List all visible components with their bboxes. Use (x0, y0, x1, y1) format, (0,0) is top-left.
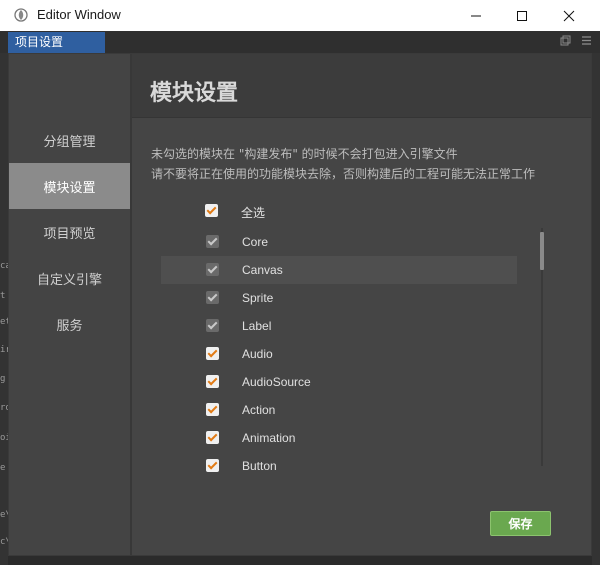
module-checkbox[interactable] (206, 319, 219, 332)
sidebar-item-label: 分组管理 (43, 134, 96, 150)
menu-icon[interactable] (581, 35, 592, 46)
tab-tools (560, 35, 592, 46)
background-code-line: ca (0, 261, 8, 271)
list-item[interactable]: Animation (161, 424, 517, 452)
select-all-label: 全选 (241, 206, 266, 220)
title-bar: Editor Window (0, 0, 600, 31)
module-checkbox[interactable] (206, 235, 219, 248)
app-logo-icon (14, 8, 28, 22)
description-line: 请不要将正在使用的功能模块去除，否则构建后的工程可能无法正常工作 (151, 167, 536, 181)
minimize-button[interactable] (453, 0, 499, 31)
sidebar-item-label: 服务 (56, 318, 83, 334)
scrollbar-thumb[interactable] (540, 232, 544, 270)
close-button[interactable] (546, 0, 592, 31)
list-item[interactable]: Action (161, 396, 517, 424)
background-code-line: t (0, 291, 6, 301)
module-label: Button (242, 459, 277, 473)
module-label: Animation (242, 431, 296, 445)
sidebar-item-module-settings[interactable]: 模块设置 (9, 163, 130, 209)
background-code-line: g (0, 374, 6, 384)
background-code-line: c\ (0, 537, 8, 547)
select-all-row[interactable]: 全选 (205, 202, 405, 222)
list-item[interactable]: AudioSource (161, 368, 517, 396)
window-title: Editor Window (37, 7, 121, 22)
module-checkbox[interactable] (206, 431, 219, 444)
settings-panel: 分组管理 模块设置 项目预览 自定义引擎 服务 模块设置 未勾选的模块在 "构建… (8, 53, 592, 556)
maximize-icon (517, 10, 527, 21)
background-code-line: ro (0, 403, 8, 413)
module-checkbox[interactable] (206, 375, 219, 388)
module-list: Core Canvas Sprite Label Audio AudioSour… (161, 228, 517, 476)
popout-icon[interactable] (560, 35, 571, 46)
module-settings-content: 模块设置 未勾选的模块在 "构建发布" 的时候不会打包进入引擎文件 请不要将正在… (132, 54, 591, 555)
list-item[interactable]: Button (161, 452, 517, 476)
background-code-line: ir (0, 345, 8, 355)
select-all-checkbox[interactable] (205, 204, 218, 217)
list-item[interactable]: Audio (161, 340, 517, 368)
module-checkbox[interactable] (206, 403, 219, 416)
page-title: 模块设置 (150, 81, 239, 106)
maximize-button[interactable] (499, 0, 545, 31)
module-checkbox[interactable] (206, 291, 219, 304)
list-item[interactable]: Sprite (161, 284, 517, 312)
module-label: Label (242, 319, 272, 333)
sidebar-item-label: 项目预览 (43, 226, 96, 242)
description-line: 未勾选的模块在 "构建发布" 的时候不会打包进入引擎文件 (151, 147, 458, 161)
tab-project-settings[interactable]: 项目设置 (8, 32, 105, 53)
sidebar-item-services[interactable]: 服务 (9, 301, 130, 347)
close-icon (563, 10, 575, 21)
sidebar-item-label: 模块设置 (43, 180, 96, 196)
module-label: AudioSource (242, 375, 311, 389)
module-label: Audio (242, 347, 273, 361)
module-label: Core (242, 235, 269, 249)
background-editor-right (592, 53, 600, 565)
module-checkbox[interactable] (206, 263, 219, 276)
list-item[interactable]: Label (161, 312, 517, 340)
sidebar-item-project-preview[interactable]: 项目预览 (9, 209, 130, 255)
module-checkbox[interactable] (206, 459, 219, 472)
background-code-line: et (0, 317, 8, 327)
sidebar-item-custom-engine[interactable]: 自定义引擎 (9, 255, 130, 301)
module-label: Canvas (242, 263, 283, 277)
background-code-line: oi (0, 433, 8, 443)
module-checkbox[interactable] (206, 347, 219, 360)
minimize-icon (471, 15, 481, 16)
save-button[interactable]: 保存 (490, 511, 551, 536)
sidebar-item-label: 自定义引擎 (36, 272, 102, 288)
background-code-line: e (0, 463, 6, 473)
sidebar-item-group-management[interactable]: 分组管理 (9, 117, 130, 163)
module-label: Sprite (242, 291, 274, 305)
background-code-line: e\ (0, 510, 8, 520)
content-header: 模块设置 (132, 54, 591, 118)
sidebar: 分组管理 模块设置 项目预览 自定义引擎 服务 (9, 54, 132, 555)
background-editor-left: ca t et ir g ro oi e e\ c\ (0, 53, 8, 565)
list-item[interactable]: Core (161, 228, 517, 256)
tab-strip: 项目设置 (0, 31, 600, 54)
list-item[interactable]: Canvas (161, 256, 517, 284)
module-label: Action (242, 403, 276, 417)
